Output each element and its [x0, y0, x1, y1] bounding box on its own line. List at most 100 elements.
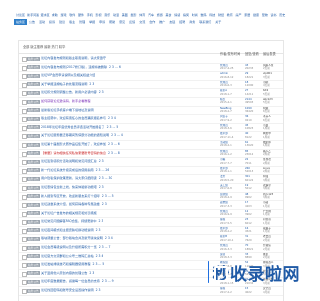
thread-title-link[interactable]: 论坛会员等级说明以及升级所需积分一览 2 3 ... 7: [41, 244, 111, 252]
thread-category-tag[interactable]: 站务公告: [27, 271, 40, 276]
thread-author-name[interactable]: 管理员: [220, 244, 228, 247]
thread-last-post[interactable]: Linux 2周前: [263, 167, 283, 174]
thread-author-name[interactable]: 风信子: [220, 115, 228, 118]
thread-author-name[interactable]: 小编: [220, 158, 225, 161]
thread-title-link[interactable]: 新人报到专区开放，欢迎新朋友来打个招呼 2 3 ... 5: [41, 193, 114, 201]
thread-pager[interactable]: 2 3: [99, 185, 104, 189]
thread-category-tag[interactable]: 站务公告: [27, 90, 40, 95]
thread-category-tag[interactable]: 站务公告: [27, 288, 40, 293]
thread-title-text[interactable]: 论坛夜间模式和主题皮肤切换功能说明: [41, 228, 94, 232]
nav-item[interactable]: 帮助: [107, 19, 117, 25]
thread-author[interactable]: admin 2016-8-12: [220, 72, 244, 79]
thread-last-post[interactable]: 风雨人生 2天前: [263, 64, 283, 71]
thread-pager[interactable]: 2 3: [102, 202, 107, 206]
thread-title-text[interactable]: 论坛会员等级说明以及升级所需积分一览: [41, 245, 97, 249]
thread-pager[interactable]: 2 3 ... 30: [99, 176, 113, 180]
thread-last-post[interactable]: 摄影师 1周前: [263, 141, 283, 148]
thread-author[interactable]: 美工组 2017-6-8: [220, 184, 244, 191]
thread-title-link[interactable]: 版主招募中，欢迎有责任心的会员踊跃报名参与 2 3 4: [41, 115, 116, 123]
thread-pager[interactable]: 2 3: [99, 219, 104, 223]
thread-title-text[interactable]: 关于盗用他人原创内容的处理公告: [41, 271, 87, 275]
thread-last-post[interactable]: 老会员 2月前: [263, 235, 283, 242]
thread-author[interactable]: 管理员 2016-1-2: [220, 150, 244, 157]
last-post-user[interactable]: 升级狂: [263, 244, 271, 247]
nav-item[interactable]: 体育: [137, 12, 146, 18]
nav-item[interactable]: 游戏: [58, 12, 67, 18]
thread-title-text[interactable]: 论坛勋章系统介绍，如何获得各种专属勋章: [41, 202, 100, 206]
nav-item[interactable]: 宠物: [260, 12, 269, 18]
thread-category-tag[interactable]: 站务公告: [27, 125, 40, 130]
thread-author-name[interactable]: 版主A: [220, 89, 227, 92]
nav-item[interactable]: 举报: [87, 19, 97, 25]
thread-pager[interactable]: 2 3 ... 6: [108, 142, 120, 146]
thread-title-text[interactable]: 用户隐私保护政策更新，请大家仔细阅读: [41, 176, 97, 180]
thread-title-link[interactable]: 新一代论坛系统升级完成后的使用指南 2 3 ... 26: [41, 167, 109, 175]
thread-title-text[interactable]: 新人报到专区开放，欢迎新朋友来打个招呼: [41, 194, 100, 198]
nav-item[interactable]: 搞笑: [181, 12, 190, 18]
thread-author[interactable]: 管理员 2018-3-6: [220, 124, 244, 131]
thread-title-link[interactable]: 论坛内容发布规则和版主职责说明，请大家遵守: [41, 55, 106, 63]
thread-author[interactable]: 管理员 2017-4-25: [220, 64, 244, 71]
nav-item[interactable]: 教育: [225, 12, 234, 18]
thread-pager[interactable]: 2 3: [89, 271, 94, 275]
nav-item[interactable]: 招聘: [177, 19, 187, 25]
nav-item[interactable]: 历史: [277, 12, 286, 18]
thread-category-tag[interactable]: 站务公告: [27, 116, 40, 121]
nav-item[interactable]: 读书: [268, 12, 277, 18]
thread-filter-bar[interactable]: 全部 版主推荐 最新 热门 精华: [19, 41, 283, 54]
nav-item[interactable]: 关于: [213, 19, 223, 25]
thread-title-text[interactable]: 版块调整公告：部分版块合并及新开版块说明: [41, 236, 103, 240]
last-post-user[interactable]: 小勋: [263, 201, 268, 204]
nav-item[interactable]: 汽车: [146, 12, 155, 18]
thread-title-text[interactable]: 论坛年度数据报告，感谢每一位会员的支持: [41, 279, 100, 283]
thread-last-post[interactable]: vip001 3天前: [263, 72, 283, 79]
thread-author[interactable]: 技术部 2017-11-4: [220, 132, 244, 139]
thread-pager[interactable]: 2 3: [96, 288, 101, 292]
nav-item[interactable]: 讨论区: [14, 12, 25, 18]
thread-title-text[interactable]: 论坛第十届摄影大赛作品征集开始了，欢迎参加: [41, 142, 106, 146]
thread-author[interactable]: 勋章组 2017-3-3: [220, 201, 244, 208]
thread-category-tag[interactable]: 站务公告: [27, 254, 40, 259]
nav-item[interactable]: 版主: [67, 19, 77, 25]
thread-pager[interactable]: 2 3: [89, 82, 94, 86]
thread-last-post[interactable]: 广告狗 1月前: [263, 210, 283, 217]
thread-pager[interactable]: 2 3 ... 5: [102, 194, 114, 198]
last-post-user[interactable]: 安全员: [263, 287, 271, 290]
nav-item[interactable]: 新手问答: [25, 12, 38, 18]
thread-pager[interactable]: 2 3 ... 8: [108, 151, 120, 155]
nav-item[interactable]: 意见: [117, 19, 127, 25]
thread-author-name[interactable]: 技术部: [220, 132, 228, 135]
thread-category-tag[interactable]: 站务公告: [27, 159, 40, 164]
thread-title-link[interactable]: 论坛表情包全新上线，快来体验新功能吧 2 3: [41, 184, 104, 192]
thread-title-text[interactable]: 论坛常见问题解答FAQ合集，持续更新中: [41, 219, 97, 223]
thread-title-link[interactable]: 关于举报违规帖子的处理流程说明 2 3: [41, 81, 94, 89]
thread-category-tag[interactable]: 站务公告: [27, 237, 40, 242]
thread-category-tag[interactable]: 站务公告: [27, 142, 40, 147]
thread-title-link[interactable]: 论坛夜间模式和主题皮肤切换功能说明 2 3: [41, 227, 101, 235]
thread-author[interactable]: 版主B 2017-10-1: [220, 235, 244, 242]
thread-last-post[interactable]: 阿斌 6天前: [263, 107, 283, 114]
thread-title-text[interactable]: 论坛积分规则调整公告，新用户必读内容: [41, 90, 97, 94]
thread-title-link[interactable]: 论坛常见问题解答FAQ合集，持续更新中 2 3: [41, 218, 103, 226]
thread-title-text[interactable]: 如何获取论坛邀请码，新手必看教程: [41, 99, 91, 103]
thread-category-tag[interactable]: 站务公告: [27, 99, 40, 104]
thread-title-text[interactable]: 论坛VIP会员申请说明以及相关权益介绍: [41, 73, 95, 77]
thread-last-post[interactable]: 签到君 2周前: [263, 158, 283, 165]
thread-pager[interactable]: 2 3 ... 5: [93, 262, 105, 266]
nav-item[interactable]: 摄影: [128, 12, 137, 18]
thread-author-name[interactable]: 客服: [220, 218, 225, 221]
thread-category-tag[interactable]: 站务公告: [27, 194, 40, 199]
thread-title-text[interactable]: 版主招募中，欢迎有责任心的会员踊跃报名参与: [41, 116, 106, 120]
thread-pager[interactable]: 2 3 4: [96, 254, 104, 258]
thread-pager[interactable]: 2 3 ... 9: [102, 279, 114, 283]
thread-title-text[interactable]: 关于论坛广告发布的相关规定和处罚措施: [41, 211, 97, 215]
thread-category-tag[interactable]: 站务公告: [27, 176, 40, 181]
nav-item[interactable]: 科技: [207, 12, 216, 18]
thread-author[interactable]: 法务 2018-5-20: [220, 175, 244, 182]
thread-last-post[interactable]: abc123 5天前: [263, 98, 283, 105]
nav-item[interactable]: 公告: [27, 19, 37, 25]
nav-item[interactable]: 房产: [233, 12, 242, 18]
thread-title-link[interactable]: 论坛官方交流群和公众号二维码汇总帖 2 3 4: [41, 253, 103, 261]
nav-item[interactable]: 灌水区: [39, 12, 50, 18]
thread-category-tag[interactable]: 站务公告: [27, 168, 40, 173]
